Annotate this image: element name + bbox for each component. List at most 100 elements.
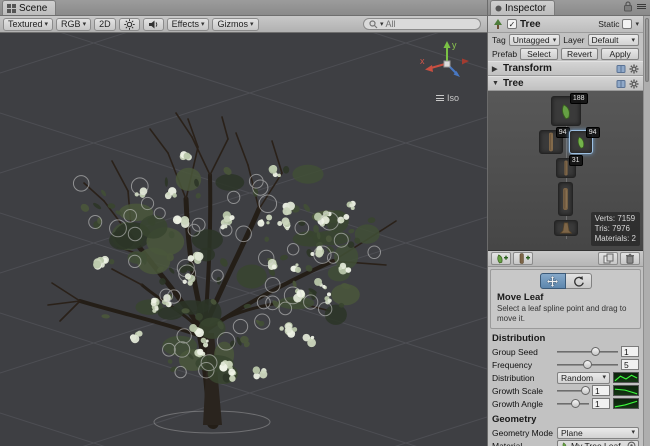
growth-scale-slider[interactable] (557, 386, 589, 396)
draw-mode-dropdown[interactable]: Textured ▾ (3, 18, 53, 31)
tab-scene[interactable]: Scene (2, 0, 56, 15)
gear-icon[interactable] (629, 79, 639, 89)
menu-icon[interactable] (637, 3, 646, 10)
material-leaf-icon (560, 441, 569, 446)
toggle-2d-label: 2D (99, 19, 111, 29)
gizmo-center-cube (444, 61, 450, 67)
branch-icon (560, 184, 571, 214)
tree-node-leaf-group[interactable]: 188 (551, 96, 581, 126)
add-leaf-icon (495, 253, 508, 264)
x-axis-label: x (420, 56, 425, 66)
tree-node-editor[interactable]: 188 94 94 31 (488, 91, 643, 251)
transform-component-header[interactable]: ▶ Transform (488, 61, 643, 76)
geometry-mode-dropdown[interactable]: Plane ▾ (557, 427, 639, 439)
move-icon (546, 275, 559, 288)
rotate-icon (572, 275, 585, 288)
growth-angle-curve-field[interactable] (613, 398, 639, 409)
tag-dropdown[interactable]: Untagged ▾ (509, 34, 561, 46)
inspector-panel: Inspector ✓ Tree Static ▾ Tag Untagged ▾… (487, 0, 650, 446)
static-dropdown-icon[interactable]: ▾ (635, 21, 639, 28)
chevron-down-icon: ▾ (602, 374, 606, 381)
node-count-badge: 31 (569, 155, 583, 166)
scene-panel: Scene Textured ▾ RGB ▾ 2D Effects (0, 0, 487, 446)
gizmos-dropdown[interactable]: Gizmos ▾ (212, 18, 258, 31)
gear-icon[interactable] (629, 64, 639, 74)
scene-search-input[interactable]: ▾ All (363, 18, 481, 30)
frequency-label: Frequency (492, 360, 554, 370)
add-leaf-group-button[interactable] (491, 252, 511, 265)
help-icon[interactable] (616, 64, 626, 74)
static-label: Static (598, 19, 619, 29)
axis-orientation-gizmo[interactable]: y x (419, 36, 475, 92)
growth-scale-field[interactable]: 1 (592, 385, 610, 396)
growth-angle-field[interactable]: 1 (592, 398, 610, 409)
inspector-tabstrip: Inspector (488, 0, 650, 16)
draw-mode-label: Textured (8, 19, 43, 29)
gizmos-label: Gizmos (217, 19, 248, 29)
help-icon[interactable] (616, 79, 626, 89)
growth-scale-curve-field[interactable] (613, 385, 639, 396)
distribution-curve-field[interactable] (613, 372, 639, 383)
frequency-field[interactable]: 5 (621, 359, 639, 370)
chevron-down-icon: ▾ (631, 429, 635, 436)
tab-inspector[interactable]: Inspector (490, 0, 555, 15)
tool-hint: Select a leaf spline point and drag to m… (497, 304, 634, 323)
tree-node-branch-group[interactable]: 31 (556, 158, 576, 178)
distribution-dropdown[interactable]: Random ▾ (557, 372, 610, 384)
growth-angle-row: Growth Angle 1 (488, 397, 643, 410)
tree-node-branch-group[interactable]: 94 (539, 130, 563, 154)
group-seed-slider[interactable] (557, 347, 618, 357)
foldout-expanded-icon[interactable]: ▼ (492, 80, 500, 87)
rotate-tool-button[interactable] (566, 273, 592, 289)
geometry-mode-value: Plane (561, 428, 583, 438)
chevron-down-icon: ▾ (553, 37, 557, 44)
object-picker-icon[interactable] (627, 441, 636, 446)
inspector-scrollbar[interactable] (643, 16, 650, 446)
layer-label: Layer (563, 35, 584, 45)
frequency-slider[interactable] (557, 360, 618, 370)
projection-mode-toggle[interactable]: Iso (436, 93, 459, 103)
render-mode-dropdown[interactable]: RGB ▾ (56, 18, 91, 31)
lock-icon[interactable] (623, 1, 633, 12)
scene-audio-button[interactable] (143, 18, 164, 31)
node-count-badge: 188 (570, 93, 588, 104)
inspector-tab-label: Inspector (505, 3, 546, 14)
move-tool-button[interactable] (540, 273, 566, 289)
tree-node-root[interactable] (554, 220, 578, 236)
game-object-name[interactable]: Tree (520, 19, 541, 30)
chevron-down-icon: ▾ (380, 21, 384, 28)
prefab-apply-button[interactable]: Apply (601, 48, 639, 60)
prefab-label: Prefab (492, 49, 517, 59)
growth-angle-label: Growth Angle (492, 399, 554, 409)
tree-component-header[interactable]: ▼ Tree (488, 76, 643, 91)
tag-layer-row: Tag Untagged ▾ Layer Default ▾ (488, 33, 643, 47)
material-value: My Tree Leaf (571, 441, 621, 446)
active-checkbox[interactable]: ✓ (507, 19, 517, 29)
prefab-select-button[interactable]: Select (520, 48, 558, 60)
leaf-tool-panel: Move Leaf Select a leaf spline point and… (490, 269, 641, 329)
scene-viewport[interactable]: y x Iso (0, 33, 487, 446)
group-seed-field[interactable]: 1 (621, 346, 639, 357)
delete-node-button[interactable] (620, 252, 640, 265)
foldout-collapsed-icon[interactable]: ▶ (492, 65, 500, 73)
prefab-revert-button[interactable]: Revert (561, 48, 599, 60)
material-object-field[interactable]: My Tree Leaf (557, 440, 639, 446)
static-checkbox[interactable] (622, 19, 632, 29)
layer-dropdown[interactable]: Default ▾ (588, 34, 640, 46)
node-count-badge: 94 (556, 127, 570, 138)
toggle-2d-button[interactable]: 2D (94, 18, 116, 31)
scene-lighting-button[interactable] (119, 18, 140, 31)
x-axis-cone (425, 65, 433, 72)
growth-scale-label: Growth Scale (492, 386, 554, 396)
scrollbar-thumb[interactable] (645, 18, 649, 82)
duplicate-node-button[interactable] (598, 252, 618, 265)
add-branch-group-button[interactable] (513, 252, 533, 265)
scene-tabstrip: Scene (0, 0, 487, 16)
effects-dropdown[interactable]: Effects ▾ (167, 18, 210, 31)
scene-viewport-canvas[interactable] (0, 33, 487, 446)
tree-node-leaf-group-selected[interactable]: 94 (569, 130, 593, 154)
search-value: All (386, 19, 396, 29)
tree-node-trunk[interactable] (558, 182, 573, 216)
projection-mode-label: Iso (447, 93, 459, 103)
growth-angle-slider[interactable] (557, 399, 589, 409)
